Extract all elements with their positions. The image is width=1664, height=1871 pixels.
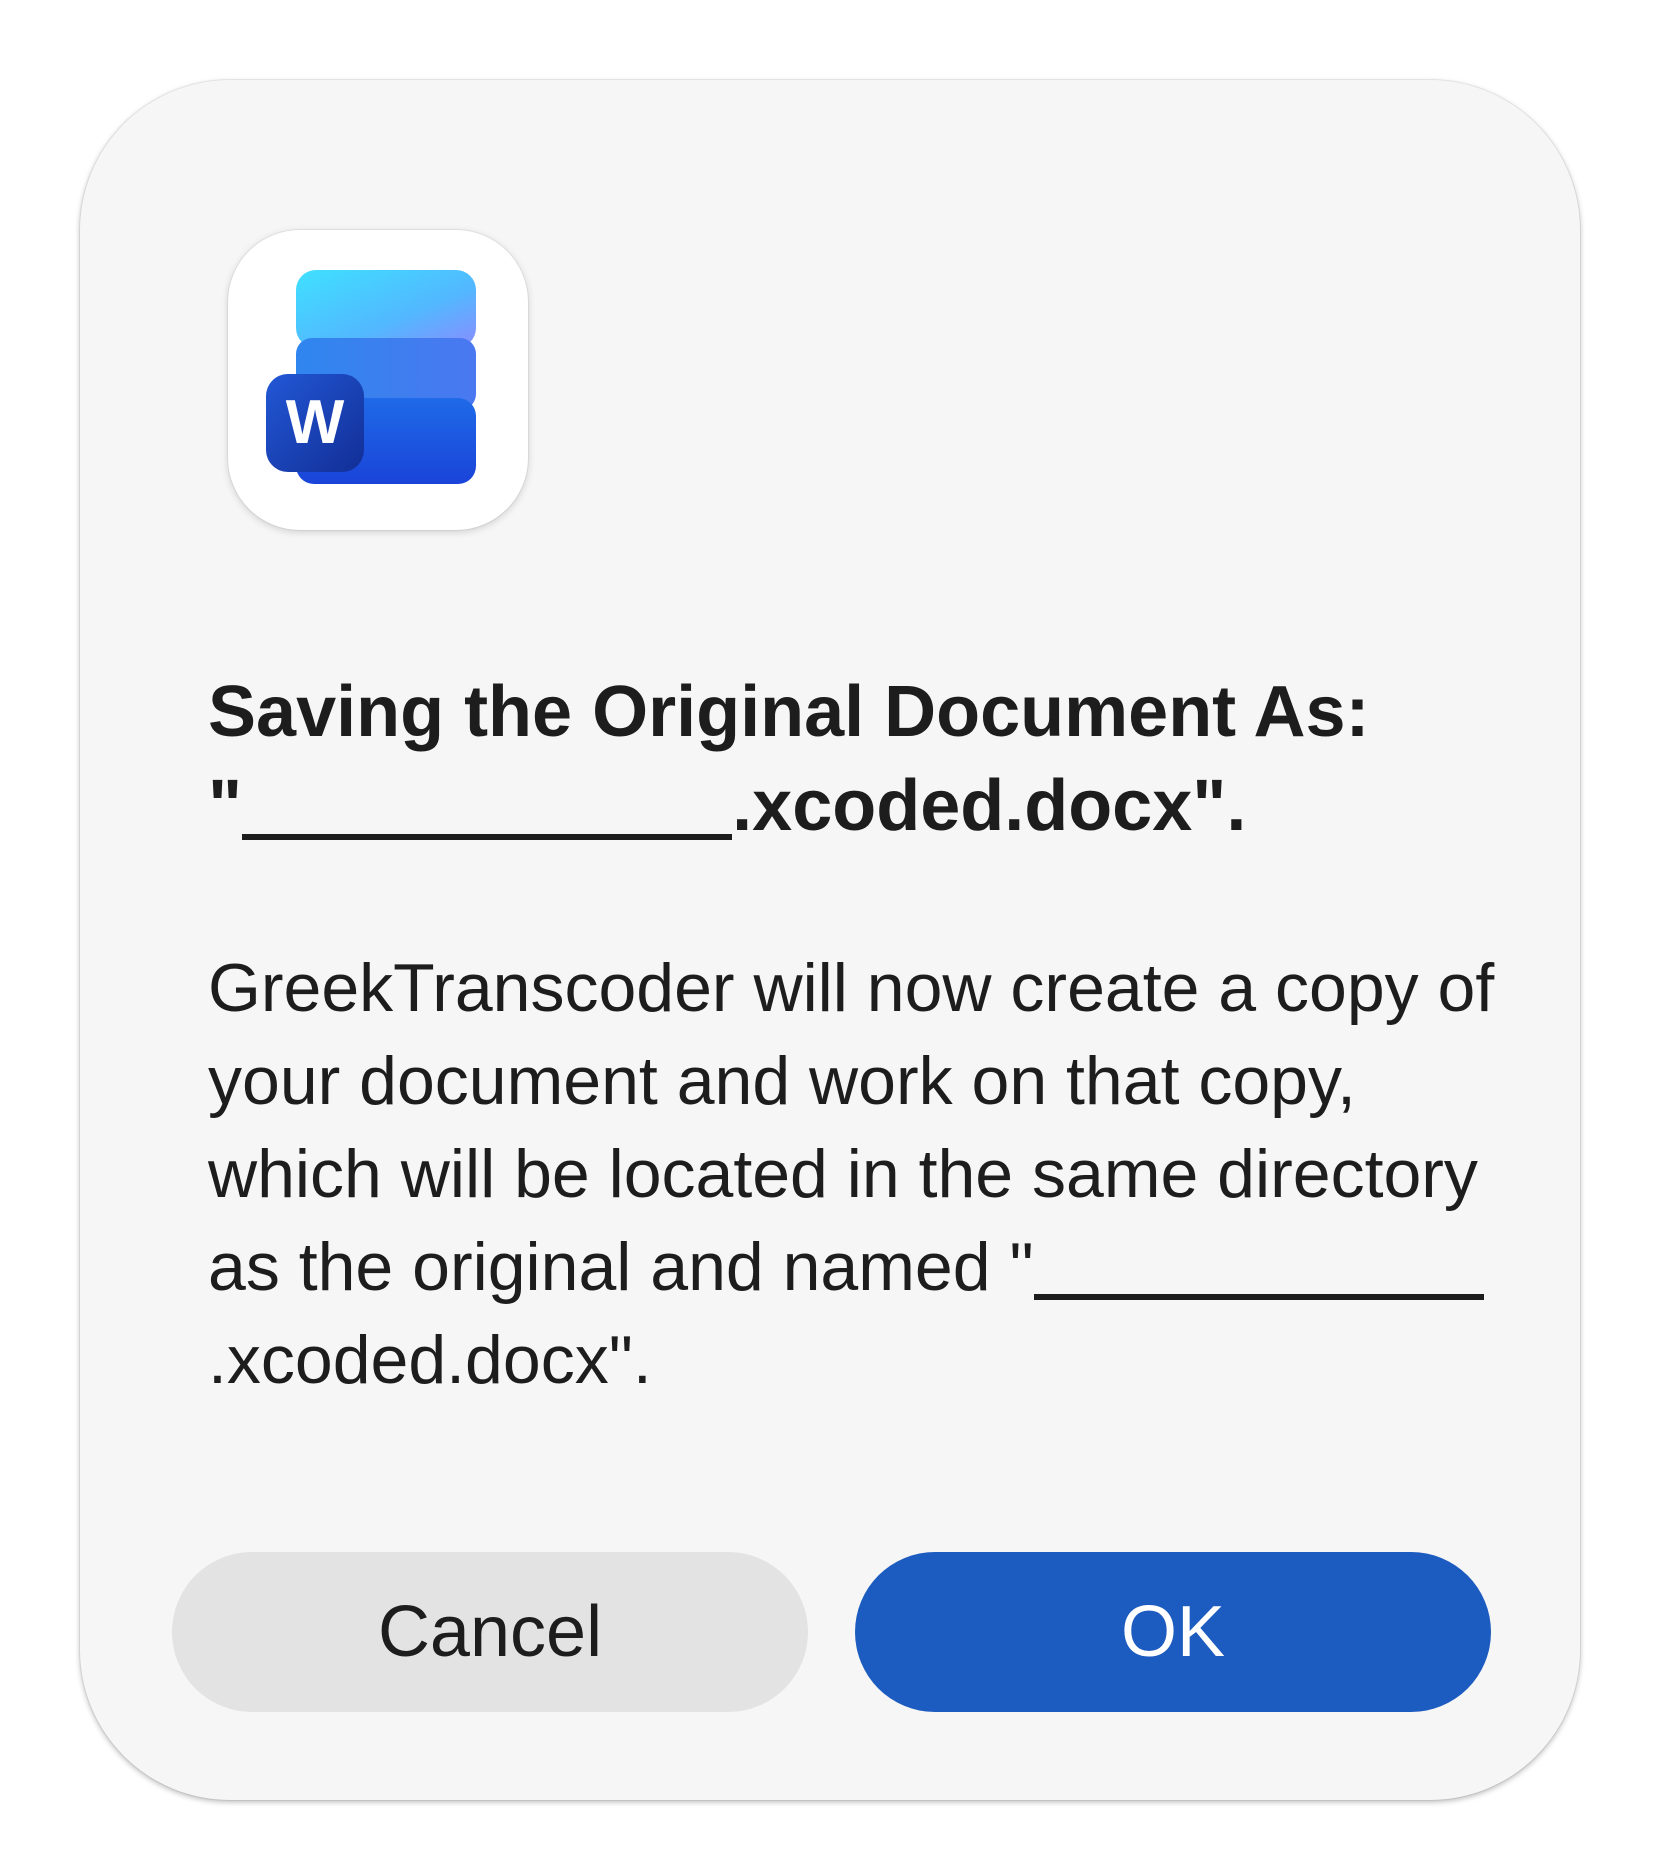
cancel-button[interactable]: Cancel	[172, 1552, 808, 1712]
dialog-message: GreekTranscoder will now create a copy o…	[208, 942, 1498, 1407]
word-app-icon: W	[228, 230, 528, 530]
dialog-title: Saving the Original Document As: " .xcode…	[208, 665, 1498, 853]
message-quote-open: "	[1009, 1229, 1034, 1305]
title-filename-suffix: .xcoded.docx".	[732, 766, 1247, 846]
alert-dialog: W Saving the Original Document As: " .xco…	[80, 80, 1580, 1800]
microsoft-word-icon: W	[266, 270, 476, 484]
message-filename-blank	[1033, 1236, 1484, 1300]
word-logo-letter: W	[286, 388, 345, 457]
dialog-title-line1: Saving the Original Document As:	[208, 672, 1370, 752]
title-filename-blank	[242, 772, 733, 840]
ok-button[interactable]: OK	[855, 1552, 1491, 1712]
message-filename-suffix: .xcoded.docx".	[208, 1322, 652, 1398]
title-quote-open: "	[208, 766, 243, 846]
dialog-title-filename: " .xcoded.docx".	[208, 759, 1498, 853]
